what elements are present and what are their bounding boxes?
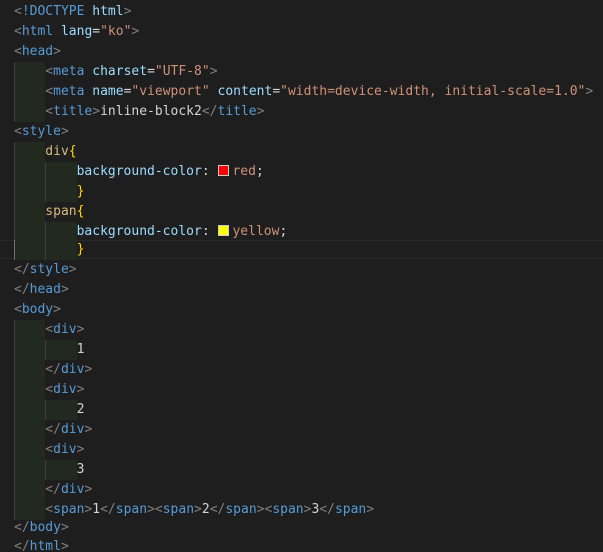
- code-line-13: }: [14, 240, 84, 260]
- code-line-19: </div>: [14, 360, 92, 380]
- code-line-11: span{: [14, 202, 84, 222]
- token-span-value-2: 2: [201, 502, 210, 517]
- token-doctype-html: html: [92, 4, 124, 19]
- code-line-3: <head>: [14, 44, 61, 59]
- code-line-25: </div>: [14, 480, 92, 500]
- color-swatch-red[interactable]: [218, 165, 230, 176]
- token-attr-charset: charset: [92, 64, 148, 79]
- code-line-4: <meta charset="UTF-8">: [14, 62, 218, 82]
- token-value-content: "width=device-width, initial-scale=1.0": [280, 84, 586, 99]
- token-selector-div: div: [45, 144, 69, 159]
- token-property: background-color: [76, 224, 202, 239]
- token-attr-content: content: [217, 84, 273, 99]
- token-property: background-color: [76, 164, 202, 179]
- code-line-22: </div>: [14, 420, 92, 440]
- token-tag-html-close: html: [29, 539, 61, 552]
- code-line-10: }: [14, 182, 84, 202]
- code-line-28: </html>: [14, 539, 69, 552]
- token-body-value-3: 3: [76, 462, 85, 477]
- code-line-9: background-color: red;: [14, 162, 264, 182]
- code-line-18: 1: [14, 340, 84, 360]
- code-line-20: <div>: [14, 380, 84, 400]
- code-line-7: <style>: [14, 124, 69, 139]
- code-line-23: <div>: [14, 440, 84, 460]
- code-line-21: 2: [14, 400, 84, 420]
- code-line-27: </body>: [14, 520, 69, 535]
- token-tag-html: html: [21, 24, 54, 39]
- code-line-15: </head>: [14, 282, 69, 297]
- code-line-26: <span>1</span><span>2</span><span>3</spa…: [14, 500, 374, 520]
- code-line-5: <meta name="viewport" content="width=dev…: [14, 82, 593, 102]
- code-editor[interactable]: <!DOCTYPE html> <html lang="ko"> <head> …: [0, 0, 603, 552]
- token-value-lang: "ko": [100, 24, 132, 39]
- code-line-6: <title>inline-block2</title>: [14, 102, 264, 122]
- code-line-24: 3: [14, 460, 84, 480]
- code-line-1: <!DOCTYPE html>: [14, 4, 132, 19]
- token-body-value-2: 2: [76, 402, 85, 417]
- code-line-2: <html lang="ko">: [14, 24, 140, 39]
- token-value-charset: "UTF-8": [154, 64, 210, 79]
- code-line-16: <body>: [14, 302, 61, 317]
- token-selector-span: span: [45, 204, 77, 219]
- token-doctype: !DOCTYPE: [21, 4, 85, 19]
- token-value-red: red: [232, 164, 256, 179]
- current-line-highlight: [0, 240, 603, 259]
- code-line-17: <div>: [14, 320, 84, 340]
- token-body-value-1: 1: [76, 342, 85, 357]
- code-line-8: div{: [14, 142, 77, 162]
- token-title-text: inline-block2: [100, 104, 202, 119]
- token-value-name: "viewport": [131, 84, 210, 99]
- token-span-value-1: 1: [92, 502, 101, 517]
- token-attr-name: name: [92, 84, 124, 99]
- token-attr-lang: lang: [60, 24, 93, 39]
- color-swatch-yellow[interactable]: [218, 225, 230, 236]
- code-line-12: background-color: yellow;: [14, 222, 287, 242]
- token-value-yellow: yellow: [232, 224, 280, 239]
- code-line-14: </style>: [14, 262, 77, 277]
